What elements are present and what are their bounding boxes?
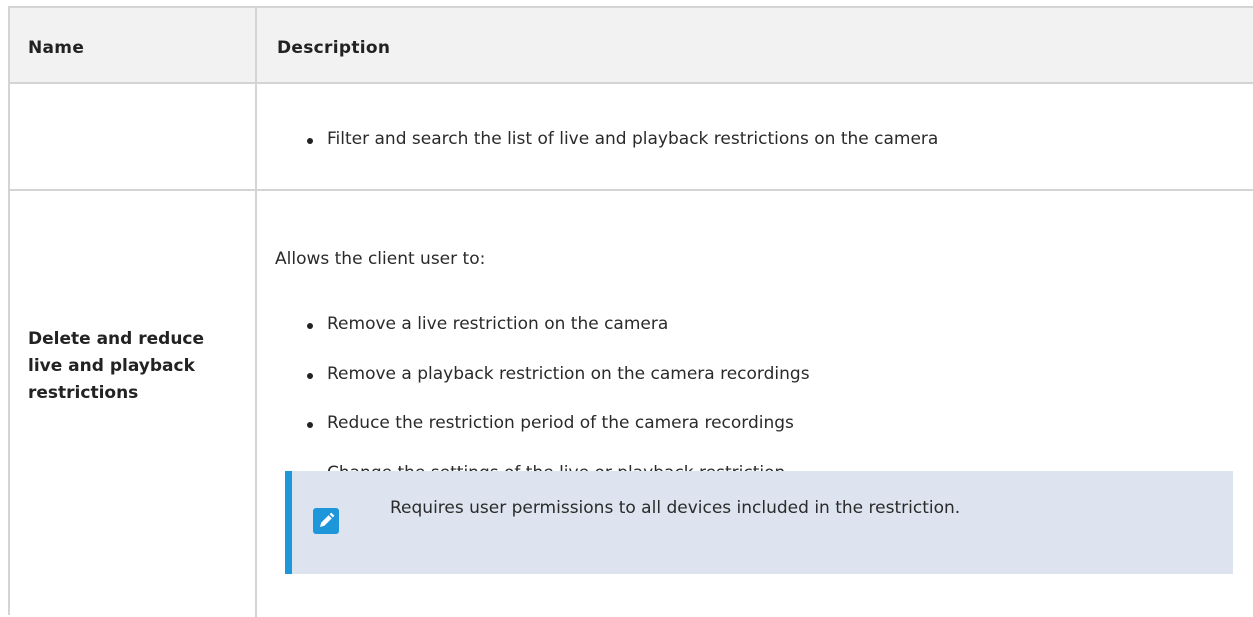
table-row: Filter and search the list of live and p… bbox=[10, 84, 1253, 191]
column-header-name: Name bbox=[28, 38, 85, 58]
permission-name-cell bbox=[10, 84, 257, 189]
permission-name-cell: Delete and reduce live and playback rest… bbox=[10, 191, 257, 617]
permissions-table: Name Description Filter and search the l… bbox=[8, 6, 1253, 617]
table-header-row: Name Description bbox=[10, 8, 1253, 84]
bullet-icon bbox=[307, 323, 313, 329]
permission-description-cell: Allows the client user to: Remove a live… bbox=[257, 191, 1253, 617]
table-row: Delete and reduce live and playback rest… bbox=[10, 191, 1253, 617]
list-item: Remove a live restriction on the camera bbox=[307, 314, 669, 334]
pencil-icon bbox=[313, 508, 339, 534]
note-callout: Requires user permissions to all devices… bbox=[285, 471, 1233, 574]
description-intro: Allows the client user to: bbox=[275, 249, 486, 269]
bullet-icon bbox=[307, 422, 313, 428]
permission-name: Delete and reduce live and playback rest… bbox=[28, 329, 205, 403]
header-cell-description: Description bbox=[257, 8, 1253, 82]
list-item: Filter and search the list of live and p… bbox=[307, 129, 939, 149]
list-item: Remove a playback restriction on the cam… bbox=[307, 364, 810, 384]
list-item-text: Remove a live restriction on the camera bbox=[327, 314, 669, 334]
permission-description-cell: Filter and search the list of live and p… bbox=[257, 84, 1253, 189]
note-text: Requires user permissions to all devices… bbox=[390, 498, 961, 518]
list-item-text: Remove a playback restriction on the cam… bbox=[327, 364, 810, 384]
list-item: Reduce the restriction period of the cam… bbox=[307, 413, 794, 433]
list-item-text: Reduce the restriction period of the cam… bbox=[327, 413, 794, 433]
column-header-description: Description bbox=[277, 38, 391, 58]
bullet-icon bbox=[307, 373, 313, 379]
list-item-text: Filter and search the list of live and p… bbox=[327, 129, 939, 149]
header-cell-name: Name bbox=[10, 8, 257, 82]
bullet-icon bbox=[307, 138, 313, 144]
